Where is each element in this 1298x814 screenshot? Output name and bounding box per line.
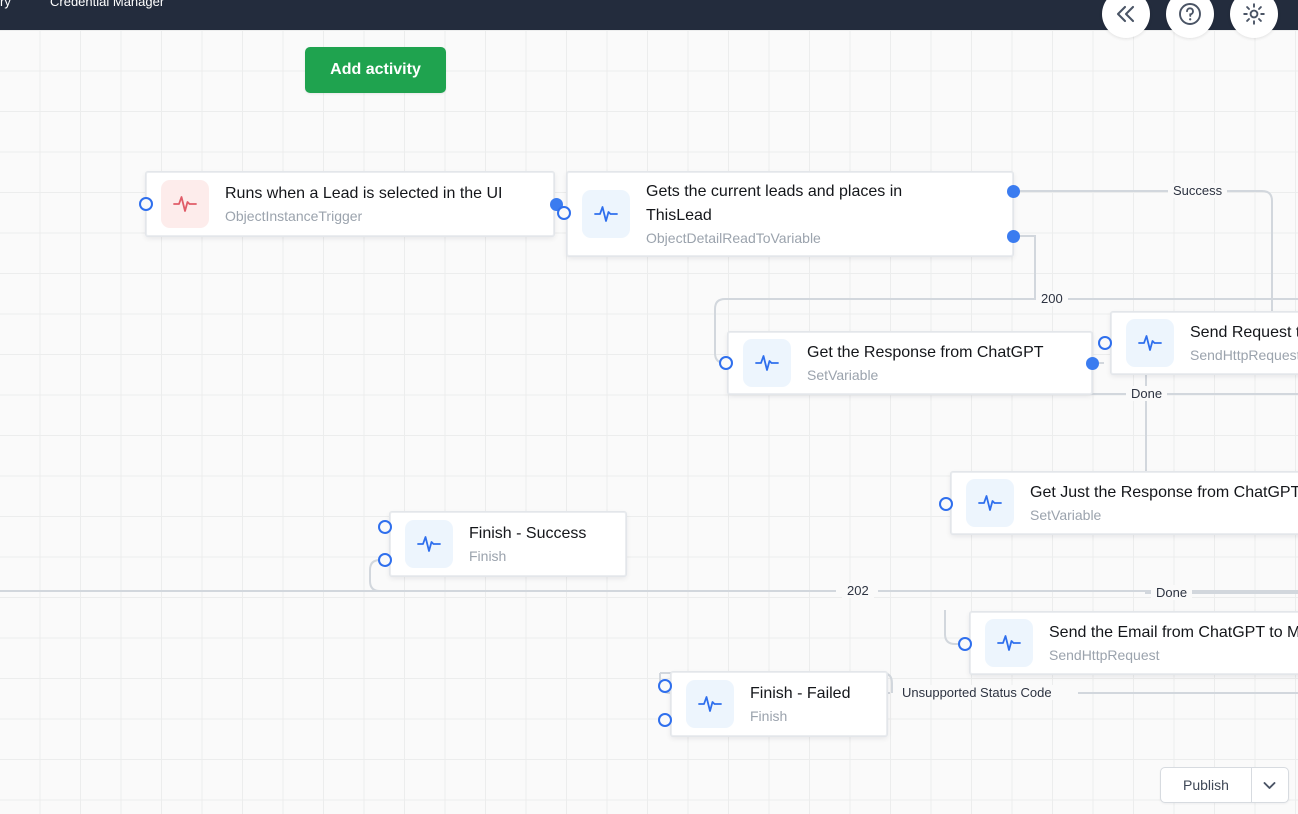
node-subtitle: SetVariable [807, 367, 879, 383]
node-subtitle: ObjectDetailReadToVariable [646, 230, 821, 246]
publish-options-button[interactable] [1252, 768, 1288, 802]
port-out-read-lead-secondary[interactable] [1007, 230, 1020, 243]
node-title: Send Request to [1190, 324, 1298, 341]
node-text: Get Just the Response from ChatGPT SetVa… [1030, 481, 1298, 525]
edge-label-status-200: 200 [1036, 291, 1068, 306]
gear-icon [1241, 1, 1267, 27]
node-text: Get the Response from ChatGPT SetVariabl… [807, 341, 1044, 385]
node-send-email[interactable]: Send the Email from ChatGPT to M SendHtt… [970, 612, 1298, 674]
question-circle-icon [1177, 1, 1203, 27]
activity-pulse-icon [161, 180, 209, 228]
activity-pulse-icon [743, 339, 791, 387]
node-subtitle: Finish [469, 548, 507, 564]
workflow-canvas[interactable] [0, 30, 1298, 814]
port-in-read-lead[interactable] [557, 206, 571, 220]
edge-label-unsupported-status-code: Unsupported Status Code [897, 685, 1057, 700]
node-title: Finish - Failed [750, 685, 851, 702]
node-subtitle: SendHttpRequest [1049, 647, 1160, 663]
publish-button[interactable]: Publish [1161, 768, 1252, 802]
node-send-request[interactable]: Send Request to SendHttpRequest [1111, 312, 1298, 374]
node-title: Finish - Success [469, 525, 587, 542]
activity-pulse-icon [582, 190, 630, 238]
publish-button-group: Publish [1160, 767, 1289, 803]
port-in-finish-failed-bottom[interactable] [658, 713, 672, 727]
double-chevron-left-icon [1113, 4, 1139, 24]
edge-label-success: Success [1168, 183, 1228, 198]
node-subtitle: SetVariable [1030, 507, 1102, 523]
node-title: Send the Email from ChatGPT to M [1049, 624, 1298, 641]
node-text: Send the Email from ChatGPT to M SendHtt… [1049, 621, 1298, 665]
node-subtitle: Finish [750, 708, 788, 724]
page-title: Credential Manager [50, 0, 165, 9]
port-in-finish-success-top[interactable] [378, 520, 392, 534]
node-trigger[interactable]: Runs when a Lead is selected in the UI O… [146, 172, 554, 236]
chevron-down-icon [1263, 778, 1276, 793]
port-out-read-lead-success[interactable] [1007, 185, 1020, 198]
activity-pulse-icon [966, 479, 1014, 527]
edge-label-done-1: Done [1126, 386, 1168, 401]
node-subtitle: ObjectInstanceTrigger [225, 208, 363, 224]
port-in-send-email[interactable] [958, 637, 972, 651]
port-in-get-response[interactable] [719, 356, 733, 370]
node-text: Finish - Failed Finish [750, 682, 850, 726]
node-finish-failed[interactable]: Finish - Failed Finish [671, 672, 887, 736]
node-finish-success[interactable]: Finish - Success Finish [390, 512, 626, 576]
port-in-finish-success-bottom[interactable] [378, 553, 392, 567]
activity-pulse-icon [1126, 319, 1174, 367]
edge-label-done-2: Done [1151, 585, 1193, 600]
activity-pulse-icon [686, 680, 734, 728]
port-in-trigger[interactable] [139, 197, 153, 211]
port-in-finish-failed-top[interactable] [658, 679, 672, 693]
node-title: Get the Response from ChatGPT [807, 344, 1044, 361]
node-text: Runs when a Lead is selected in the UI O… [225, 182, 503, 226]
node-title: Get Just the Response from ChatGPT [1030, 484, 1298, 501]
activity-pulse-icon [405, 520, 453, 568]
port-in-send-request[interactable] [1098, 336, 1112, 350]
node-title: Runs when a Lead is selected in the UI [225, 185, 503, 202]
port-in-get-just-response[interactable] [939, 497, 953, 511]
node-subtitle: SendHttpRequest [1190, 347, 1298, 363]
node-get-response[interactable]: Get the Response from ChatGPT SetVariabl… [728, 332, 1092, 394]
node-text: Finish - Success Finish [469, 522, 586, 566]
add-activity-button[interactable]: Add activity [305, 47, 446, 93]
node-text: Send Request to SendHttpRequest [1190, 321, 1298, 365]
node-title: Gets the current leads and places in Thi… [646, 183, 903, 224]
node-get-just-response[interactable]: Get Just the Response from ChatGPT SetVa… [951, 472, 1298, 534]
breadcrumb[interactable]: ry [0, 0, 30, 9]
node-read-lead[interactable]: Gets the current leads and places in Thi… [567, 172, 1013, 256]
edge-label-status-202: 202 [842, 583, 874, 598]
node-text: Gets the current leads and places in Thi… [646, 180, 902, 248]
port-out-get-response[interactable] [1086, 357, 1099, 370]
workflow-designer: Success 200 Done 202 Done Unsupported St… [0, 0, 1298, 814]
activity-pulse-icon [985, 619, 1033, 667]
